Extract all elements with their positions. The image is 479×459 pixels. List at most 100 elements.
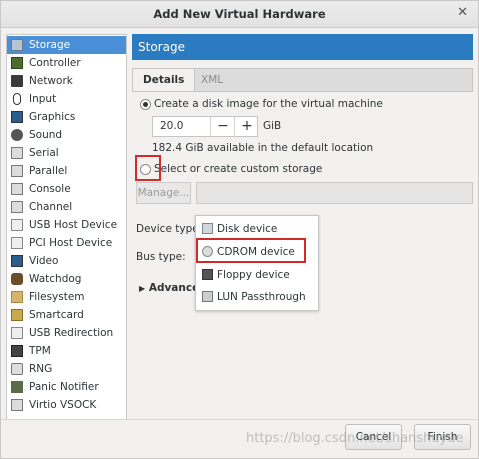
channel-icon [11, 201, 23, 213]
bus-type-label: Bus type: [136, 251, 186, 263]
disk-size-unit: GiB [263, 120, 282, 132]
sidebar-item-panic-notifier[interactable]: Panic Notifier [7, 378, 126, 396]
pci-icon [11, 237, 23, 249]
create-disk-radio[interactable] [140, 99, 151, 110]
device-type-dropdown[interactable]: Disk device CDROM device Floppy device L… [195, 215, 319, 311]
sidebar-item-label: Graphics [29, 111, 76, 123]
serial-icon [11, 147, 23, 159]
sidebar-item-controller[interactable]: Controller [7, 54, 126, 72]
sidebar-item-label: Network [29, 75, 73, 87]
tab-details[interactable]: Details [133, 69, 196, 91]
sidebar-item-label: Channel [29, 201, 73, 213]
device-type-label: Device type: [136, 223, 203, 235]
video-icon [11, 255, 23, 267]
sidebar-item-label: Virtio VSOCK [29, 399, 97, 411]
section-title: Storage [138, 40, 185, 54]
dropdown-item-label: Floppy device [217, 269, 290, 281]
sound-icon [11, 129, 23, 141]
console-icon [11, 183, 23, 195]
usb-redirection-icon [11, 327, 23, 339]
sidebar-item-label: Smartcard [29, 309, 84, 321]
sidebar-item-label: Input [29, 93, 57, 105]
folder-icon [11, 291, 23, 303]
storage-path-input[interactable] [196, 182, 473, 204]
dropdown-item-lun[interactable]: LUN Passthrough [196, 287, 318, 307]
dropdown-item-floppy[interactable]: Floppy device [196, 265, 318, 285]
network-icon [11, 75, 23, 87]
smartcard-icon [11, 309, 23, 321]
sidebar-item-input[interactable]: Input [7, 90, 126, 108]
dropdown-item-disk[interactable]: Disk device [196, 219, 318, 239]
sidebar-item-label: Serial [29, 147, 59, 159]
controller-icon [11, 57, 23, 69]
sidebar-item-console[interactable]: Console [7, 180, 126, 198]
custom-storage-label: Select or create custom storage [154, 163, 323, 175]
sidebar-item-serial[interactable]: Serial [7, 144, 126, 162]
sidebar-item-parallel[interactable]: Parallel [7, 162, 126, 180]
sidebar-item-label: Panic Notifier [29, 381, 99, 393]
watermark: https://blog.csdn.net/shanshuyue [246, 431, 464, 446]
decrement-button[interactable]: − [210, 117, 235, 136]
sidebar-item-network[interactable]: Network [7, 72, 126, 90]
highlight-box [135, 155, 161, 181]
sidebar-item-smartcard[interactable]: Smartcard [7, 306, 126, 324]
sidebar-item-channel[interactable]: Channel [7, 198, 126, 216]
sidebar-item-label: TPM [29, 345, 51, 357]
manage-button[interactable]: Manage... [136, 182, 191, 204]
floppy-icon [202, 269, 213, 280]
vsock-icon [11, 399, 23, 411]
add-hardware-dialog: Add New Virtual Hardware ✕ Storage Contr… [0, 0, 479, 459]
tab-xml[interactable]: XML [191, 69, 233, 91]
sidebar-item-label: Parallel [29, 165, 68, 177]
sidebar-item-virtio-vsock[interactable]: Virtio VSOCK [7, 396, 126, 414]
sidebar-item-sound[interactable]: Sound [7, 126, 126, 144]
mouse-icon [13, 93, 21, 105]
sidebar-item-video[interactable]: Video [7, 252, 126, 270]
sidebar-item-pci-host-device[interactable]: PCI Host Device [7, 234, 126, 252]
section-header: Storage [132, 34, 473, 60]
sidebar-item-watchdog[interactable]: Watchdog [7, 270, 126, 288]
title-bar: Add New Virtual Hardware ✕ [1, 1, 478, 28]
tpm-icon [11, 345, 23, 357]
sidebar-item-label: USB Redirection [29, 327, 114, 339]
sidebar-item-label: USB Host Device [29, 219, 118, 231]
watchdog-icon [11, 273, 23, 285]
sidebar-item-usb-host-device[interactable]: USB Host Device [7, 216, 126, 234]
lun-icon [202, 291, 213, 302]
divider [1, 419, 478, 420]
sidebar-item-graphics[interactable]: Graphics [7, 108, 126, 126]
panic-icon [11, 381, 23, 393]
sidebar-item-label: Watchdog [29, 273, 82, 285]
sidebar-item-label: Storage [29, 39, 71, 51]
rng-icon [11, 363, 23, 375]
sidebar-item-label: Video [29, 255, 59, 267]
available-space-text: 182.4 GiB available in the default locat… [152, 142, 374, 154]
parallel-icon [11, 165, 23, 177]
dropdown-item-label: LUN Passthrough [217, 291, 306, 303]
dialog-title: Add New Virtual Hardware [153, 7, 326, 21]
sidebar-item-tpm[interactable]: TPM [7, 342, 126, 360]
sidebar-item-filesystem[interactable]: Filesystem [7, 288, 126, 306]
increment-button[interactable]: + [234, 117, 259, 136]
create-disk-label: Create a disk image for the virtual mach… [154, 98, 383, 110]
close-icon[interactable]: ✕ [457, 5, 468, 21]
hardware-type-list: Storage Controller Network Input Graphic… [6, 34, 127, 420]
usb-icon [11, 219, 23, 231]
expander-arrow-icon: ▶ [139, 284, 146, 293]
sidebar-item-usb-redirection[interactable]: USB Redirection [7, 324, 126, 342]
disk-device-icon [202, 223, 213, 234]
disk-size-stepper[interactable]: 20.0 − + [152, 116, 258, 137]
sidebar-item-label: Filesystem [29, 291, 85, 303]
sidebar-item-label: Console [29, 183, 71, 195]
highlight-box [196, 238, 306, 263]
sidebar-item-label: Controller [29, 57, 81, 69]
sidebar-item-label: PCI Host Device [29, 237, 113, 249]
graphics-icon [11, 111, 23, 123]
sidebar-item-storage[interactable]: Storage [7, 36, 126, 54]
sidebar-item-rng[interactable]: RNG [7, 360, 126, 378]
dropdown-item-label: Disk device [217, 223, 278, 235]
disk-size-value[interactable]: 20.0 [160, 120, 183, 132]
storage-icon [11, 39, 23, 51]
sidebar-item-label: RNG [29, 363, 53, 375]
tab-bar: Details XML [132, 68, 473, 92]
